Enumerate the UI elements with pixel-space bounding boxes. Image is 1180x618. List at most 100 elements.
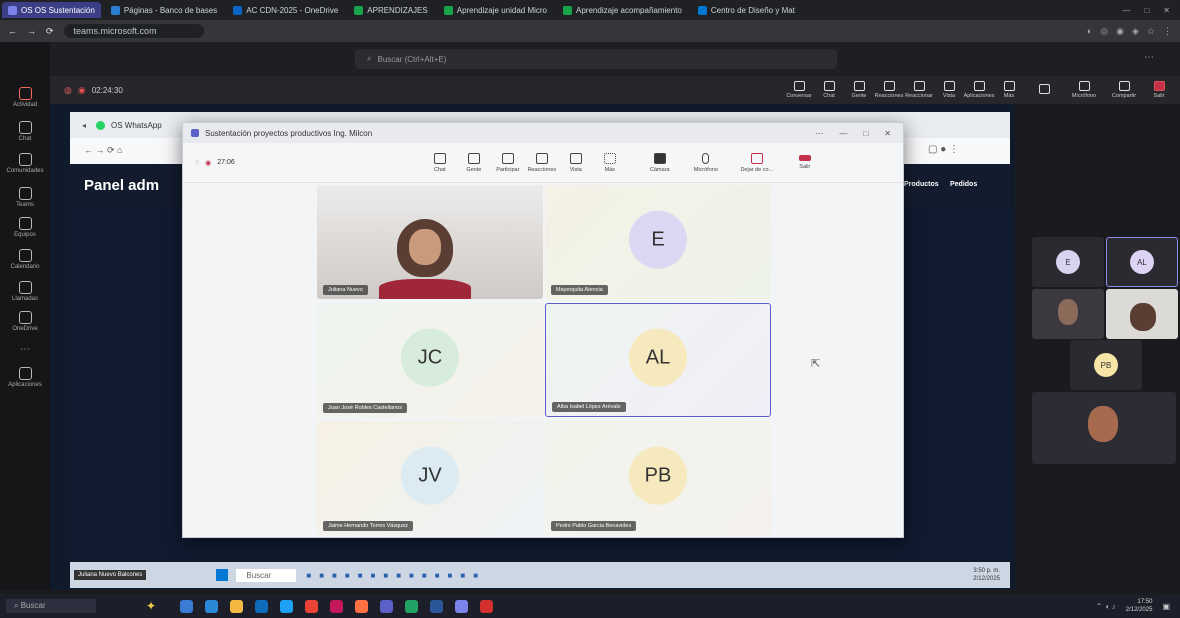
start-icon[interactable] (180, 599, 194, 613)
tray-icons[interactable]: ⌃ ◖ ♪ (1096, 602, 1116, 611)
reactions-button[interactable]: Reacciones (874, 81, 904, 99)
taskbar-search[interactable]: ⌕ Buscar (6, 599, 96, 613)
teams-search-input[interactable]: ⌕ Buscar (Ctrl+Alt+E) (355, 49, 837, 69)
maximize-icon[interactable]: □ (1144, 6, 1149, 15)
notification-icon[interactable]: ▣ (1162, 602, 1170, 611)
extension-icon[interactable]: ◈ (1132, 26, 1139, 37)
gallery-tile-video[interactable] (1032, 289, 1104, 339)
excel-icon[interactable] (405, 599, 419, 613)
leave-button[interactable]: Salir (785, 155, 825, 170)
share-button[interactable]: Compartir (1104, 81, 1144, 99)
maximize-icon[interactable]: □ (863, 129, 868, 138)
gallery-tile[interactable]: PB (1070, 340, 1142, 390)
rail-item-apps[interactable]: Aplicaciones (0, 360, 50, 394)
participant-avatar: E (629, 210, 687, 269)
browser-tab[interactable]: Aprendizaje unidad Micro (438, 2, 553, 18)
minimize-icon[interactable]: — (1122, 6, 1130, 15)
teams-icon[interactable] (380, 599, 394, 613)
onedrive-icon (233, 5, 243, 15)
edge-icon[interactable] (255, 599, 269, 613)
browser-tab[interactable]: Páginas - Banco de bases (105, 2, 223, 18)
more-icon[interactable]: ⋯ (815, 129, 823, 138)
extension-icon[interactable]: ◉ (1116, 26, 1124, 37)
camera-button[interactable]: Cámara (637, 152, 683, 173)
star-icon[interactable]: ☆ (1147, 26, 1155, 37)
word-icon[interactable] (430, 599, 444, 613)
chat-button[interactable]: Chat (814, 81, 844, 99)
minimize-icon[interactable]: — (839, 129, 847, 138)
rail-item-teams[interactable]: Teams (0, 180, 50, 214)
participant-tile[interactable]: PB Pedro Pablo Garcia Benavides (545, 421, 771, 535)
browser-tab[interactable]: Aprendizaje acompañamiento (557, 2, 688, 18)
tab-label: APRENDIZAJES (367, 5, 428, 15)
react-button[interactable]: Reaccionar (904, 81, 934, 99)
people-icon (853, 81, 865, 91)
mouse-cursor-icon: ⇱ (811, 358, 821, 370)
rail-item-calendar[interactable]: Calendario (0, 242, 50, 276)
close-icon[interactable]: ✕ (884, 129, 891, 138)
app-icon[interactable] (455, 599, 469, 613)
extension-icon[interactable]: ◎ (1100, 26, 1108, 37)
participant-tile[interactable]: JC Juan José Robles Castellanos (317, 303, 543, 417)
app-icon[interactable] (355, 599, 369, 613)
taskbar-clock[interactable]: 17:50 2/12/2025 (1126, 598, 1153, 614)
widget-icon[interactable]: ✦ (146, 599, 156, 613)
shared-taskbar: Juliana Nuevo Balcones Buscar ■■■■■■■■■■… (70, 562, 1010, 588)
rail-item-calls[interactable]: Llamadas (0, 274, 50, 308)
stop-sharing-button[interactable]: Dejar de co... (729, 152, 785, 173)
app-icon[interactable] (280, 599, 294, 613)
pdf-icon[interactable] (480, 599, 494, 613)
view-button[interactable]: Vista (934, 81, 964, 99)
reload-icon[interactable]: ⟳ (46, 26, 54, 37)
grid-icon (943, 81, 955, 91)
more-button[interactable]: Más (593, 152, 627, 173)
leave-button[interactable]: Salir (1144, 81, 1174, 99)
microphone-icon (702, 152, 710, 164)
extension-icon[interactable]: ◐ (1087, 26, 1092, 37)
microphone-button[interactable]: Micrófono (683, 152, 729, 173)
camera-button[interactable] (1024, 84, 1064, 96)
more-button[interactable]: Más (994, 81, 1024, 99)
participant-tile[interactable]: E Mayerquita Atencia (545, 185, 771, 299)
teams-icon (191, 129, 199, 137)
gallery-tile-video[interactable] (1032, 392, 1176, 464)
participant-tile-active[interactable]: AL Alba Isabel López Arévalo (545, 303, 771, 417)
chrome-icon[interactable] (305, 599, 319, 613)
browser-tab[interactable]: APRENDIZAJES (348, 2, 433, 18)
back-icon[interactable]: ← (8, 26, 17, 36)
forward-icon[interactable]: → (27, 26, 36, 36)
app-icon[interactable] (330, 599, 344, 613)
gallery-tile-video[interactable] (1106, 289, 1178, 339)
people-button[interactable]: Gente (457, 152, 491, 173)
rail-item-communities[interactable]: Comunidades (0, 146, 50, 180)
menu-icon[interactable]: ⋮ (1163, 26, 1172, 37)
conversation-button[interactable]: Conversar (784, 81, 814, 99)
browser-tab[interactable]: AC CDN-2025 - OneDrive (227, 2, 344, 18)
people-button[interactable]: Gente (844, 81, 874, 99)
search-placeholder: Buscar (Ctrl+Alt+E) (377, 54, 447, 64)
gallery-tile[interactable]: E (1032, 237, 1104, 287)
rail-item-groups[interactable]: Equipos (0, 210, 50, 244)
participant-name: Juliana Nuevo (323, 285, 368, 295)
url-field[interactable]: teams.microsoft.com (63, 24, 204, 38)
microphone-button[interactable]: Micrófono (1064, 81, 1104, 99)
chat-button[interactable]: Chat (423, 152, 457, 173)
apps-button[interactable]: Aplicaciones (964, 81, 994, 99)
participant-tile[interactable]: Juliana Nuevo (317, 185, 543, 299)
stop-share-icon (750, 152, 763, 164)
tab-label: OS OS Sustentación (21, 5, 95, 15)
app-icon[interactable] (205, 599, 219, 613)
reactions-button[interactable]: Reacciones (525, 152, 559, 173)
more-options-icon[interactable]: ⋯ (1144, 52, 1154, 63)
gallery-tile[interactable]: AL (1106, 237, 1178, 287)
browser-tab[interactable]: OS OS Sustentación (2, 2, 101, 18)
close-icon[interactable]: ✕ (1163, 6, 1170, 15)
view-button[interactable]: Vista (559, 152, 593, 173)
folder-icon[interactable] (230, 599, 244, 613)
browser-tab[interactable]: Centro de Diseño y Mat (692, 2, 801, 18)
window-controls: — □ ✕ (1122, 6, 1180, 15)
rail-item-activity[interactable]: Actividad (0, 80, 50, 114)
raise-hand-button[interactable]: Participar (491, 152, 525, 173)
participant-tile[interactable]: JV Jaime Hernando Torres Vásquez (317, 421, 543, 535)
rail-item-chat[interactable]: Chat (0, 114, 50, 148)
